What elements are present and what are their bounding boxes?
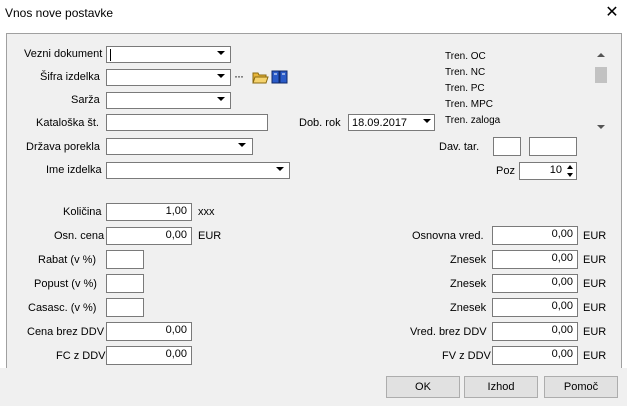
- fv-z-ddv-label: FV z DDV: [442, 350, 491, 362]
- vred-brez-ddv-label: Vred. brez DDV: [410, 326, 487, 338]
- dav-tar-input-1[interactable]: [493, 137, 521, 156]
- sarza-label: Sarža: [71, 94, 100, 106]
- close-icon[interactable]: ✕: [603, 4, 621, 22]
- info-item-tren-oc: Tren. OC: [445, 51, 486, 62]
- vred-brez-ddv-input[interactable]: 0,00: [492, 322, 578, 341]
- cena-brez-ddv-input[interactable]: 0,00: [106, 322, 192, 341]
- znesek-input-1[interactable]: 0,00: [492, 250, 578, 269]
- fv-z-ddv-input[interactable]: 0,00: [492, 346, 578, 365]
- ok-button[interactable]: OK: [386, 376, 460, 398]
- sarza-combo[interactable]: [106, 92, 231, 109]
- osnovna-vred-unit: EUR: [583, 230, 607, 242]
- cena-brez-ddv-label: Cena brez DDV: [27, 326, 105, 338]
- popust-input[interactable]: [106, 274, 144, 293]
- info-item-tren-zaloga: Tren. zaloga: [445, 115, 501, 126]
- kataloska-label: Kataloška št.: [36, 117, 99, 129]
- ime-izdelka-combo[interactable]: [106, 162, 290, 179]
- window-title: Vnos nove postavke: [5, 6, 114, 20]
- znesek-unit-1: EUR: [583, 254, 607, 266]
- ellipsis-button[interactable]: ···: [234, 69, 244, 83]
- drzava-porekla-combo[interactable]: [106, 138, 253, 155]
- chevron-down-icon[interactable]: [217, 51, 225, 55]
- info-item-tren-nc: Tren. NC: [445, 67, 486, 78]
- fc-z-ddv-input[interactable]: 0,00: [106, 346, 192, 365]
- osnovna-vred-label: Osnovna vred.: [412, 230, 484, 242]
- scrollbar-thumb[interactable]: [595, 67, 607, 83]
- poz-stepper[interactable]: 10: [519, 162, 577, 180]
- scroll-up-icon[interactable]: [597, 53, 605, 57]
- kolicina-unit: xxx: [198, 206, 215, 218]
- casasc-input[interactable]: [106, 298, 144, 317]
- chevron-down-icon[interactable]: [217, 74, 225, 78]
- scroll-down-icon[interactable]: [597, 125, 605, 129]
- osn-cena-label: Osn. cena: [54, 230, 105, 242]
- rabat-input[interactable]: [106, 250, 144, 269]
- vezni-dokument-label: Vezni dokument: [24, 48, 103, 60]
- chevron-down-icon[interactable]: [423, 119, 431, 123]
- chevron-down-icon[interactable]: [276, 167, 284, 171]
- book-icon[interactable]: [271, 69, 288, 85]
- chevron-down-icon[interactable]: [217, 97, 225, 101]
- osnovna-vred-input[interactable]: 0,00: [492, 226, 578, 245]
- znesek-unit-2: EUR: [583, 278, 607, 290]
- kataloska-input[interactable]: [106, 114, 268, 131]
- info-scrollbar[interactable]: [593, 49, 609, 133]
- znesek-label-3: Znesek: [450, 302, 487, 314]
- osn-cena-input[interactable]: 0,00: [106, 227, 192, 245]
- info-item-tren-pc: Tren. PC: [445, 83, 485, 94]
- folder-open-icon[interactable]: [252, 69, 269, 85]
- kolicina-input[interactable]: 1,00: [106, 203, 192, 221]
- znesek-label-2: Znesek: [450, 278, 487, 290]
- chevron-down-icon[interactable]: [238, 143, 246, 147]
- form-panel: Vezni dokument Šifra izdelka ··· Sarža K…: [6, 33, 622, 369]
- casasc-label: Casasc. (v %): [28, 302, 97, 314]
- text-cursor: [110, 49, 111, 61]
- dob-rok-label: Dob. rok: [299, 117, 341, 129]
- spin-up-icon[interactable]: [567, 165, 573, 169]
- znesek-input-3[interactable]: 0,00: [492, 298, 578, 317]
- vezni-dokument-combo[interactable]: [106, 46, 231, 63]
- vred-brez-ddv-unit: EUR: [583, 326, 607, 338]
- sifra-izdelka-label: Šifra izdelka: [40, 71, 100, 83]
- poz-label: Poz: [496, 165, 515, 177]
- izhod-button[interactable]: Izhod: [464, 376, 538, 398]
- znesek-input-2[interactable]: 0,00: [492, 274, 578, 293]
- ime-izdelka-label: Ime izdelka: [46, 164, 102, 176]
- rabat-label: Rabat (v %): [38, 254, 97, 266]
- znesek-label-1: Znesek: [450, 254, 487, 266]
- drzava-porekla-label: Država porekla: [26, 141, 100, 153]
- popust-label: Popust (v %): [34, 278, 97, 290]
- title-bar: Vnos nove postavke ✕: [0, 0, 627, 28]
- fv-z-ddv-unit: EUR: [583, 350, 607, 362]
- pomoc-button[interactable]: Pomoč: [544, 376, 618, 398]
- spin-down-icon[interactable]: [567, 173, 573, 177]
- dob-rok-datepicker[interactable]: 18.09.2017: [348, 114, 435, 131]
- kolicina-label: Količina: [63, 206, 102, 218]
- fc-z-ddv-label: FC z DDV: [56, 350, 106, 362]
- info-panel: Tren. OC Tren. NC Tren. PC Tren. MPC Tre…: [445, 49, 610, 133]
- znesek-unit-3: EUR: [583, 302, 607, 314]
- sifra-izdelka-combo[interactable]: [106, 69, 231, 86]
- info-item-tren-mpc: Tren. MPC: [445, 99, 493, 110]
- osn-cena-unit: EUR: [198, 230, 222, 242]
- dav-tar-label: Dav. tar.: [439, 141, 480, 153]
- dav-tar-input-2[interactable]: [529, 137, 577, 156]
